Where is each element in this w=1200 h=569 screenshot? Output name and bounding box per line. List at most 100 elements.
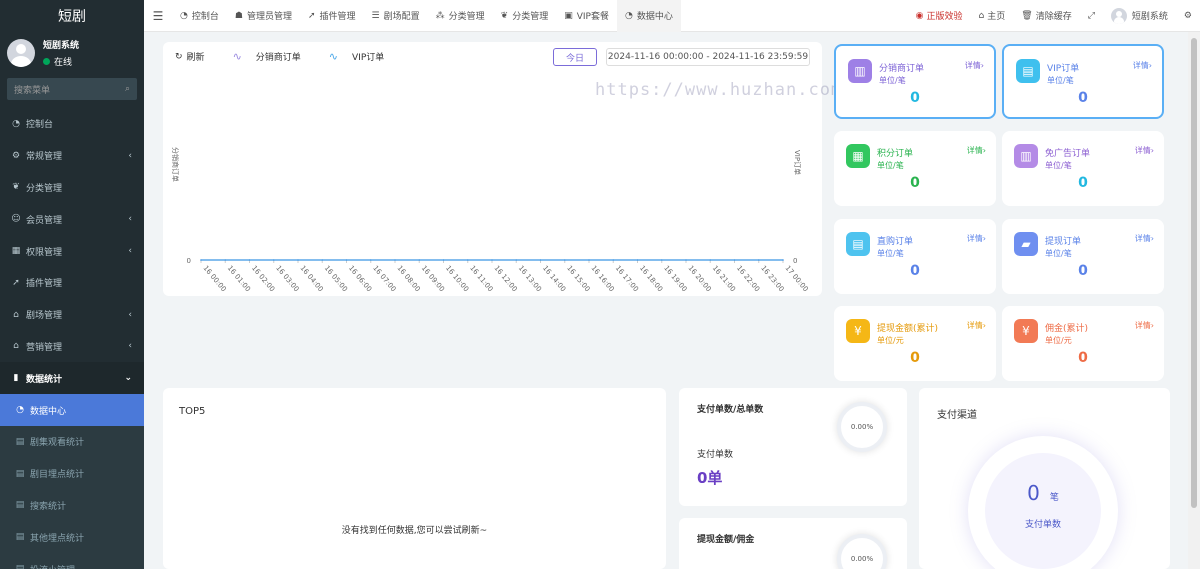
- avatar: [7, 39, 35, 67]
- sidebar-item-10[interactable]: ▤ 剧集观看统计: [0, 425, 144, 458]
- sidebar-item-label: 权限管理: [26, 247, 63, 258]
- home-link[interactable]: ⌂ 主页: [971, 9, 1014, 23]
- withdraw-panel: 提现金额/佣金 0.00%: [679, 518, 907, 569]
- sidebar-item-8[interactable]: ▮ 数据统计 ⌄: [0, 362, 144, 395]
- series-point-1: [563, 259, 566, 261]
- empty-message: 没有找到任何数据,您可以尝试刷新~: [341, 526, 488, 536]
- stat-card-5: ▰ 提现订单 单位/笔 详情› 0: [1002, 219, 1164, 294]
- card-title: VIP订单: [1047, 64, 1080, 74]
- channel-count-unit: 笔: [1049, 493, 1059, 503]
- sidebar-item-4[interactable]: ▦ 权限管理 ‹: [0, 235, 144, 267]
- menu-icon: ➚: [12, 277, 20, 288]
- y-tick-right: 0: [793, 257, 797, 265]
- page-scrollbar[interactable]: [1188, 32, 1200, 569]
- card-unit: 单位/元: [877, 336, 904, 345]
- tab-5[interactable]: ❦ 分类管理: [493, 0, 557, 32]
- details-link[interactable]: 详情›: [967, 145, 986, 156]
- sidebar-item-13[interactable]: ▤ 其他埋点统计: [0, 521, 144, 554]
- tab-1[interactable]: ☗ 管理员管理: [227, 0, 300, 32]
- user-panel: 短剧系统 在线: [0, 32, 144, 74]
- user-menu[interactable]: 短剧系统: [1103, 7, 1176, 24]
- brand-title[interactable]: 短剧: [0, 0, 144, 32]
- sidebar-item-14[interactable]: ▤ 投流小管理: [0, 553, 144, 569]
- menu-toggle-icon[interactable]: ☰: [144, 9, 172, 23]
- clear-cache-label: 清除缓存: [1035, 12, 1072, 22]
- menu-icon: ▤: [15, 436, 25, 447]
- card-title: 直购订单: [877, 237, 914, 247]
- card-value: 0: [1078, 90, 1088, 106]
- card-title: 佣金(累计): [1045, 324, 1089, 334]
- series-point-1: [466, 259, 469, 261]
- sidebar-item-9[interactable]: ◔ 数据中心: [0, 394, 144, 426]
- payment-count-value: 0单: [697, 469, 723, 487]
- tab-4[interactable]: ⁂ 分类管理: [428, 0, 493, 32]
- card-value: 0: [910, 350, 920, 366]
- menu-icon: ◔: [16, 405, 24, 416]
- payment-count-panel: 支付单数/总单数 支付单数 0单 0.00%: [679, 388, 907, 506]
- sidebar-item-1[interactable]: ⚙ 常规管理 ‹: [0, 140, 144, 172]
- sidebar-item-6[interactable]: ⌂ 剧场管理 ‹: [0, 299, 144, 331]
- menu-icon: ◔: [12, 118, 20, 129]
- details-link[interactable]: 详情›: [967, 320, 986, 331]
- x-tick-label: 16 03:00: [274, 264, 300, 293]
- chevron-left-icon: ‹: [128, 150, 132, 161]
- menu-search-input[interactable]: 搜索菜单 ⌕: [7, 78, 137, 100]
- tab-label: 分类管理: [448, 12, 485, 22]
- sidebar-item-0[interactable]: ◔ 控制台: [0, 108, 144, 140]
- tab-label: 分类管理: [512, 12, 549, 22]
- x-tick-label: 16 22:00: [735, 264, 761, 293]
- y-tick-left: 0: [187, 257, 191, 265]
- genuine-check-link[interactable]: ◉ 正版效验: [908, 9, 971, 23]
- series-point-1: [345, 259, 348, 261]
- search-icon[interactable]: ⌕: [125, 84, 130, 94]
- sidebar-item-3[interactable]: ☺ 会员管理 ‹: [0, 203, 144, 235]
- sidebar-item-label: 投流小管理: [30, 563, 75, 569]
- scrollbar-thumb[interactable]: [1191, 38, 1197, 508]
- series-point-1: [418, 259, 421, 261]
- x-tick-label: 16 14:00: [541, 264, 567, 293]
- stat-card-3: ▥ 免广告订单 单位/笔 详情› 0: [1002, 131, 1164, 206]
- sidebar-item-12[interactable]: ▤ 搜索统计: [0, 489, 144, 522]
- fullscreen-icon[interactable]: ⤢: [1080, 11, 1103, 21]
- details-link[interactable]: 详情›: [1135, 145, 1154, 156]
- series-point-1: [612, 259, 615, 261]
- details-link[interactable]: 详情›: [1135, 233, 1154, 244]
- details-link[interactable]: 详情›: [967, 233, 986, 244]
- x-tick-label: 16 12:00: [492, 264, 518, 293]
- tab-0[interactable]: ◔ 控制台: [172, 0, 227, 32]
- sidebar-item-5[interactable]: ➚ 插件管理: [0, 267, 144, 299]
- card-value: 0: [1078, 263, 1088, 279]
- series-point-1: [297, 259, 299, 261]
- genuine-check-label: 正版效验: [926, 12, 963, 22]
- sidebar-item-label: 剧集观看统计: [30, 438, 85, 449]
- tab-6[interactable]: ▣ VIP套餐: [556, 0, 617, 32]
- tab-3[interactable]: ☰ 剧场配置: [364, 0, 428, 32]
- series-point-1: [660, 259, 663, 261]
- series-point-1: [733, 259, 736, 261]
- settings-gear-icon[interactable]: ⚙: [1176, 11, 1200, 21]
- order-icon: ▥: [848, 59, 872, 83]
- sidebar-item-11[interactable]: ▤ 剧目埋点统计: [0, 457, 144, 490]
- x-tick-label: 16 01:00: [226, 264, 252, 293]
- details-link[interactable]: 详情›: [965, 60, 984, 71]
- sidebar-item-7[interactable]: ⌂ 营销管理 ‹: [0, 331, 144, 363]
- tab-7[interactable]: ◔ 数据中心: [616, 0, 681, 32]
- sidebar-item-2[interactable]: ❦ 分类管理: [0, 172, 144, 204]
- user-name: 短剧系统: [43, 41, 80, 51]
- card-title: 免广告订单: [1045, 149, 1091, 159]
- payment-channel-title: 支付渠道: [937, 410, 977, 421]
- sidebar-item-label: 分类管理: [26, 183, 63, 194]
- details-link[interactable]: 详情›: [1133, 60, 1152, 71]
- tab-label: 剧场配置: [383, 12, 420, 22]
- x-tick-label: 16 13:00: [517, 264, 543, 293]
- series-point-1: [588, 259, 590, 261]
- menu-icon: ▤: [15, 532, 25, 543]
- series-point-1: [369, 259, 372, 261]
- payment-count-title: 支付单数/总单数: [697, 405, 764, 415]
- clear-cache-button[interactable]: 🗑 清除缓存: [1013, 9, 1079, 23]
- details-link[interactable]: 详情›: [1135, 320, 1154, 331]
- series-point-1: [757, 259, 760, 261]
- tab-label: 控制台: [191, 12, 219, 22]
- tab-2[interactable]: ➚ 插件管理: [300, 0, 364, 32]
- tab-icon: ➚: [307, 10, 316, 21]
